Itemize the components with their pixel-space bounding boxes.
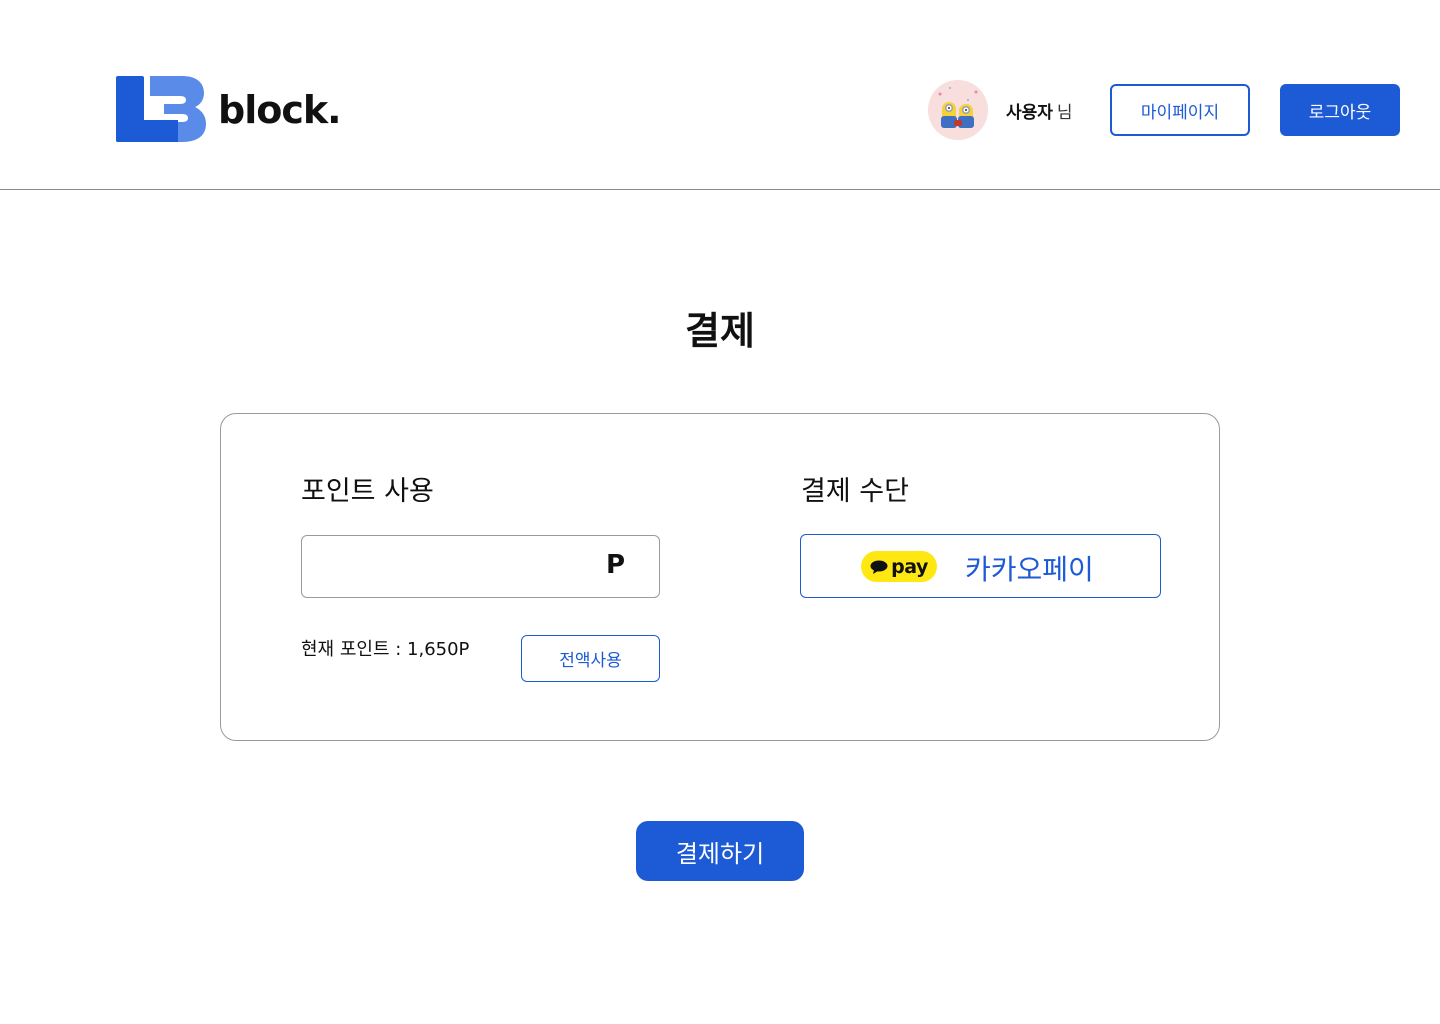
header: block. 사용자 님 마이페이지 로그아웃 [0,0,1440,190]
kakaopay-option[interactable]: pay 카카오페이 [800,534,1161,598]
kakaopay-badge: pay [861,551,937,582]
payment-method-title: 결제 수단 [801,476,909,507]
logo[interactable]: block. [116,76,342,144]
points-section-title: 포인트 사용 [301,476,434,507]
logo-text: block. [218,88,342,132]
user-name-suffix: 님 [1056,102,1073,123]
speech-bubble-icon [870,560,888,574]
points-field: P [301,535,660,598]
page-title: 결제 [685,309,755,353]
current-points: 현재 포인트 : 1,650P [301,639,470,660]
user-area: 사용자 님 [928,80,1073,140]
pay-submit-button[interactable]: 결제하기 [636,821,804,881]
kakaopay-label: 카카오페이 [965,553,1094,586]
kakaopay-badge-text: pay [891,555,928,578]
block-logo-icon [116,76,206,142]
points-input[interactable] [302,536,592,597]
minions-avatar-icon [928,80,988,140]
logout-button[interactable]: 로그아웃 [1280,84,1400,136]
user-avatar[interactable] [928,80,988,140]
points-unit: P [605,550,625,580]
mypage-button[interactable]: 마이페이지 [1110,84,1250,136]
user-name: 사용자 [1006,102,1053,123]
payment-card: 포인트 사용 P 현재 포인트 : 1,650P 전액사용 결제 수단 pay … [220,413,1220,741]
use-all-points-button[interactable]: 전액사용 [521,635,660,682]
